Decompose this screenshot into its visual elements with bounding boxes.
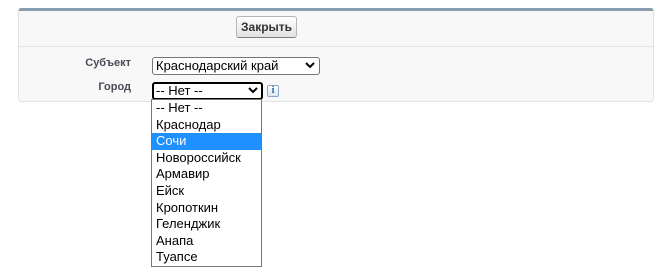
city-option[interactable]: Кропоткин bbox=[152, 200, 261, 217]
form-panel: Закрыть Субъект Краснодарский край Город… bbox=[18, 8, 654, 102]
city-option[interactable]: Краснодар bbox=[152, 117, 261, 134]
city-select[interactable]: -- Нет -- bbox=[152, 82, 263, 100]
subject-select[interactable]: Краснодарский край bbox=[152, 57, 320, 75]
button-bar: Закрыть bbox=[19, 11, 653, 47]
city-dropdown-list[interactable]: -- Нет -- Краснодар Сочи Новороссийск Армави… bbox=[151, 99, 262, 267]
city-option[interactable]: Новороссийск bbox=[152, 150, 261, 167]
close-button[interactable]: Закрыть bbox=[236, 16, 298, 38]
city-option[interactable]: Ейск bbox=[152, 183, 261, 200]
city-label: Город bbox=[98, 81, 131, 93]
city-option[interactable]: Туапсе bbox=[152, 249, 261, 266]
subject-label: Субъект bbox=[85, 57, 131, 69]
info-icon[interactable]: i bbox=[267, 85, 279, 97]
subject-select-value: Краснодарский край bbox=[156, 58, 279, 73]
city-option[interactable]: -- Нет -- bbox=[152, 100, 261, 117]
city-option[interactable]: Армавир bbox=[152, 166, 261, 183]
city-option[interactable]: Сочи bbox=[152, 133, 261, 150]
city-option[interactable]: Геленджик bbox=[152, 216, 261, 233]
city-select-value: -- Нет -- bbox=[156, 83, 203, 98]
chevron-down-icon bbox=[305, 62, 315, 69]
page: Закрыть Субъект Краснодарский край Город… bbox=[0, 0, 663, 280]
city-option[interactable]: Анапа bbox=[152, 233, 261, 250]
chevron-down-icon bbox=[248, 87, 258, 94]
